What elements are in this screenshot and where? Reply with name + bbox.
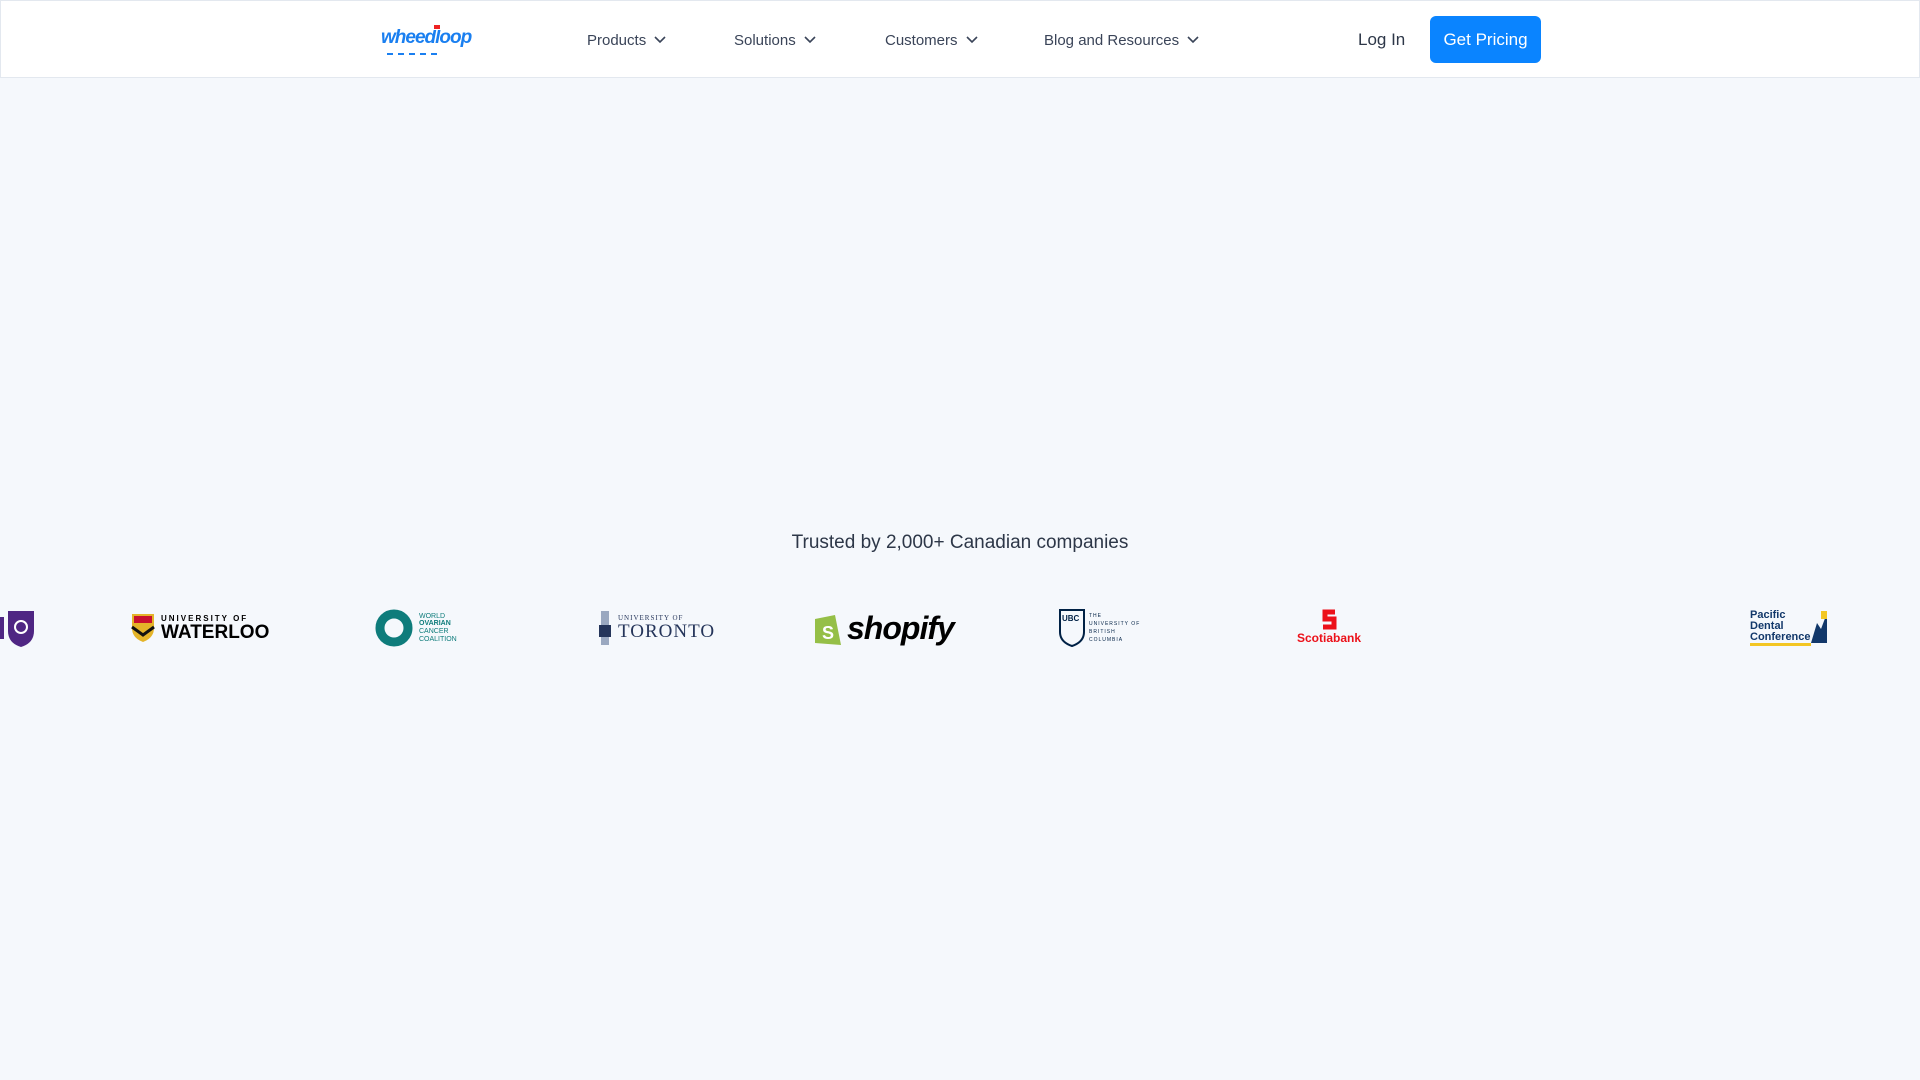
logo-underline <box>387 53 437 55</box>
toronto-crest-icon <box>599 611 611 645</box>
nav-customers[interactable]: Customers <box>885 1 978 79</box>
nav-label: Solutions <box>734 31 796 49</box>
nav-solutions[interactable]: Solutions <box>734 1 816 79</box>
shopify-bag-icon: S <box>815 615 841 645</box>
logo-toronto: UNIVERSITY OF TORONTO <box>598 609 715 647</box>
logo-scotiabank: Scotiabank <box>1297 609 1361 647</box>
chevron-down-icon <box>965 36 978 44</box>
chevron-down-icon <box>804 36 816 44</box>
trusted-heading: Trusted by 2,000+ Canadian companies <box>791 532 1129 553</box>
nav-label: Blog and Resources <box>1044 31 1180 49</box>
nav-label: Customers <box>885 31 958 49</box>
svg-text:S: S <box>822 623 834 643</box>
svg-text:UBC: UBC <box>1062 614 1080 623</box>
logo-shopify: Sshopify <box>811 609 955 647</box>
login-link[interactable]: Log In <box>1358 1 1405 79</box>
mountain-icon <box>1810 611 1827 643</box>
nav-label: Products <box>587 31 647 49</box>
scotiabank-s-icon <box>1322 609 1337 630</box>
get-pricing-button[interactable]: Get Pricing <box>1430 16 1541 63</box>
logo-ubc: UBC THE UNIVERSITY OF BRITISH COLUMBIA <box>1059 609 1143 647</box>
western-shield-icon <box>0 611 34 647</box>
site-header: wheedloop Products Solutions Customers B… <box>0 0 1920 78</box>
wocc-ring-icon <box>375 609 413 647</box>
chevron-down-icon <box>654 36 666 44</box>
logo-western <box>0 609 38 647</box>
waterloo-shield-icon <box>131 614 155 642</box>
brand-logo[interactable]: wheedloop <box>381 24 472 55</box>
canada-flag-icon <box>433 24 441 30</box>
nav-blog-resources[interactable]: Blog and Resources <box>1044 1 1199 79</box>
logo-waterloo: UNIVERSITY OF WATERLOO <box>131 609 269 647</box>
chevron-down-icon <box>1187 36 1199 44</box>
logo-pacific-dental: Pacific Dental Conference <box>1750 609 1827 647</box>
nav-products[interactable]: Products <box>587 1 666 79</box>
logo-wocc: WORLD OVARIAN CANCER COALITION <box>375 609 469 647</box>
ubc-crest-icon: UBC <box>1059 609 1085 647</box>
